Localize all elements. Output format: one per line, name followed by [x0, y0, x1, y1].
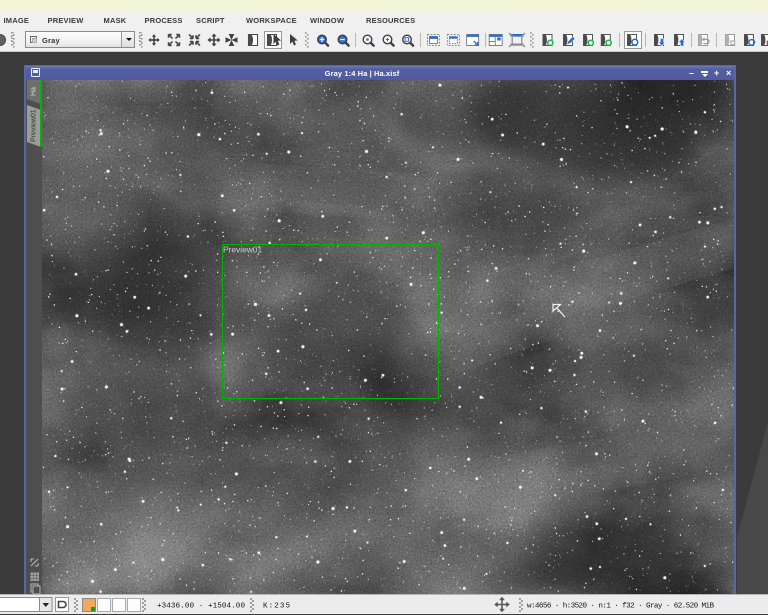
svg-text:+3436.00 · +1504.00: +3436.00 · +1504.00 — [157, 603, 245, 611]
svg-text:w:4656 · h:3520 · n:1 · f32 ·: w:4656 · h:3520 · n:1 · f32 · Gray · 62.… — [527, 603, 714, 611]
svg-text:Preview01: Preview01 — [223, 245, 262, 255]
svg-text:K:235: K:235 — [263, 603, 290, 611]
